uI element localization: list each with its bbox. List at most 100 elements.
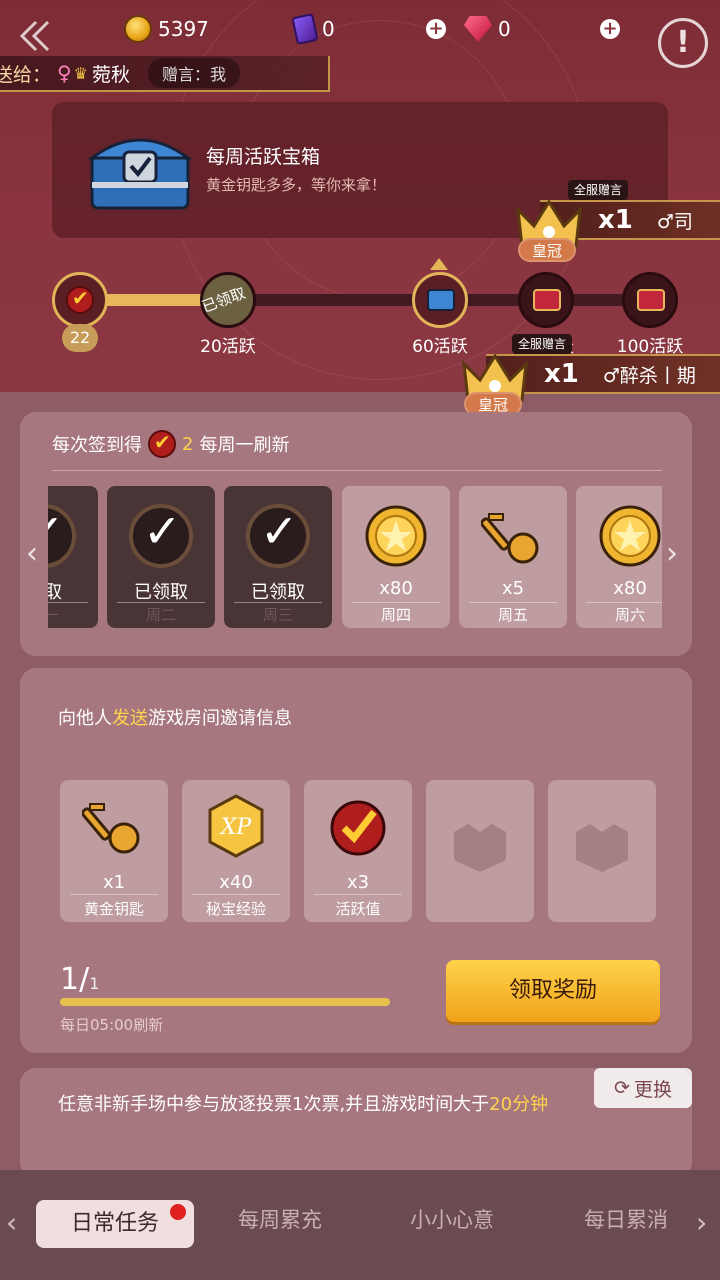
activity-node-label: 20活跃 — [200, 337, 256, 357]
tabs-next-arrow-icon[interactable]: › — [696, 1206, 707, 1239]
claimed-check-icon — [246, 504, 310, 568]
activity-node-100[interactable] — [622, 272, 678, 328]
day-card[interactable]: 已领取 周二 — [107, 486, 215, 628]
day-card[interactable]: x80 周四 — [342, 486, 450, 628]
next-task-desc: 任意非新手场中参与放逐投票1次票,并且游戏时间大于 — [58, 1094, 490, 1115]
tab-weekly-recharge[interactable]: 每周累充 — [238, 1204, 322, 1234]
signin-title-qty: 2 — [182, 433, 194, 455]
reward-card-empty — [426, 780, 534, 922]
gem-count: 0 — [498, 17, 511, 41]
tabs-prev-arrow-icon[interactable]: ‹ — [6, 1206, 17, 1239]
day-card[interactable]: 领取 周一 — [48, 486, 98, 628]
reward-card[interactable]: x1 黄金钥匙 — [60, 780, 168, 922]
crown-small-icon: ♛ — [73, 63, 89, 83]
day-name: 周一 — [48, 606, 59, 624]
send-to-label: 送给： — [0, 63, 52, 86]
day-name: 周五 — [497, 606, 528, 624]
divider — [586, 602, 662, 603]
divider — [52, 470, 662, 471]
notification-dot-icon — [170, 1204, 186, 1220]
activity-node-60[interactable] — [412, 272, 468, 328]
divider — [469, 602, 557, 603]
signin-day-strip[interactable]: 领取 周一 已领取 周二 已领取 周三 x80 周四 x5 周五 — [48, 486, 662, 630]
swap-label: 更换 — [633, 1078, 672, 1101]
banner-title: 每周活跃宝箱 — [206, 146, 321, 168]
coin-count: 5397 — [158, 17, 209, 41]
task-title-post: 游戏房间邀请信息 — [148, 708, 292, 729]
day-card[interactable]: 已领取 周三 — [224, 486, 332, 628]
activity-check-icon — [66, 286, 94, 314]
swap-task-button[interactable]: ⟳ 更换 — [594, 1068, 692, 1108]
day-amount: x80 — [379, 578, 413, 599]
red-chest-icon — [533, 289, 561, 311]
broadcast-qty: x1 — [598, 205, 633, 235]
divider — [192, 894, 280, 895]
signin-title-prefix: 每次签到得 — [52, 435, 142, 456]
claim-reward-button[interactable]: 领取奖励 — [446, 960, 660, 1022]
blue-chest-icon — [427, 289, 455, 311]
next-task-panel — [20, 1068, 692, 1178]
day-amount: 已领取 — [134, 582, 188, 603]
day-amount: x5 — [501, 578, 525, 599]
reward-amount: x3 — [346, 872, 370, 893]
day-name: 周六 — [614, 606, 645, 624]
next-task-hl: 20分钟 — [489, 1094, 549, 1115]
divider — [48, 602, 88, 603]
claimed-check-icon — [48, 504, 76, 568]
reward-name: 黄金钥匙 — [83, 900, 144, 918]
divider — [234, 602, 322, 603]
gift-message[interactable]: 赠言：我 — [148, 58, 241, 88]
signin-next-arrow-icon[interactable]: › — [666, 536, 678, 571]
task-title-pre: 向他人 — [58, 708, 112, 729]
task-progress: 1/1 — [60, 962, 99, 997]
coin-icon — [599, 505, 661, 567]
crown-label: 皇冠 — [518, 238, 576, 262]
activity-node-80[interactable] — [518, 272, 574, 328]
card-icon — [291, 13, 319, 45]
add-card-button[interactable]: + — [426, 19, 446, 39]
coin-icon — [124, 15, 152, 43]
signin-prev-arrow-icon[interactable]: ‹ — [26, 536, 38, 571]
refresh-icon: ⟳ — [614, 1077, 630, 1099]
progress-denominator: 1 — [89, 974, 100, 993]
female-icon: ♀ — [57, 61, 72, 85]
divider — [352, 602, 440, 603]
activity-node-current — [52, 272, 108, 328]
banner-subtitle: 黄金钥匙多多，等你来拿！ — [206, 176, 387, 194]
activity-node-20[interactable]: 已领取 — [199, 272, 256, 328]
progress-numerator: 1/ — [60, 962, 90, 997]
tab-small-gift[interactable]: 小小心意 — [410, 1204, 494, 1234]
xp-icon: XP — [208, 794, 264, 858]
day-card[interactable]: x5 周五 — [459, 486, 567, 628]
day-amount: 领取 — [48, 582, 62, 603]
broadcast-sender: ♂醉杀丨期 — [602, 364, 696, 387]
broadcast-qty: x1 — [544, 359, 579, 389]
empty-gift-icon — [454, 824, 506, 872]
red-chest-icon — [637, 289, 665, 311]
add-gem-button[interactable]: + — [600, 19, 620, 39]
task-progress-bar — [60, 998, 390, 1006]
activity-check-icon — [148, 430, 176, 458]
divider — [117, 602, 205, 603]
day-amount: x80 — [613, 578, 647, 599]
divider — [70, 894, 158, 895]
day-card[interactable]: x80 周六 — [576, 486, 662, 628]
day-name: 周四 — [380, 606, 411, 624]
signin-title: 每次签到得 2 每周一刷新 — [52, 430, 289, 458]
reward-name: 秘宝经验 — [205, 900, 266, 918]
day-amount: 已领取 — [251, 582, 305, 603]
empty-gift-icon — [576, 824, 628, 872]
activity-icon — [330, 800, 386, 856]
tab-daily-spend[interactable]: 每日累消 — [584, 1204, 668, 1234]
broadcast-sender: ♂司 — [656, 210, 693, 233]
coin-icon — [365, 505, 427, 567]
alert-button[interactable]: ! — [658, 18, 708, 68]
reward-card[interactable]: XP x40 秘宝经验 — [182, 780, 290, 922]
card-balance: 0 — [291, 12, 335, 46]
reward-card[interactable]: x3 活跃值 — [304, 780, 412, 922]
current-pointer-icon — [430, 258, 448, 270]
reward-card-empty — [548, 780, 656, 922]
task-title-hl: 发送 — [112, 708, 148, 729]
gift-target-bar[interactable]: 送给： ♀ ♛ 菀秋 赠言：我 — [0, 56, 330, 92]
back-icon[interactable] — [14, 16, 58, 56]
